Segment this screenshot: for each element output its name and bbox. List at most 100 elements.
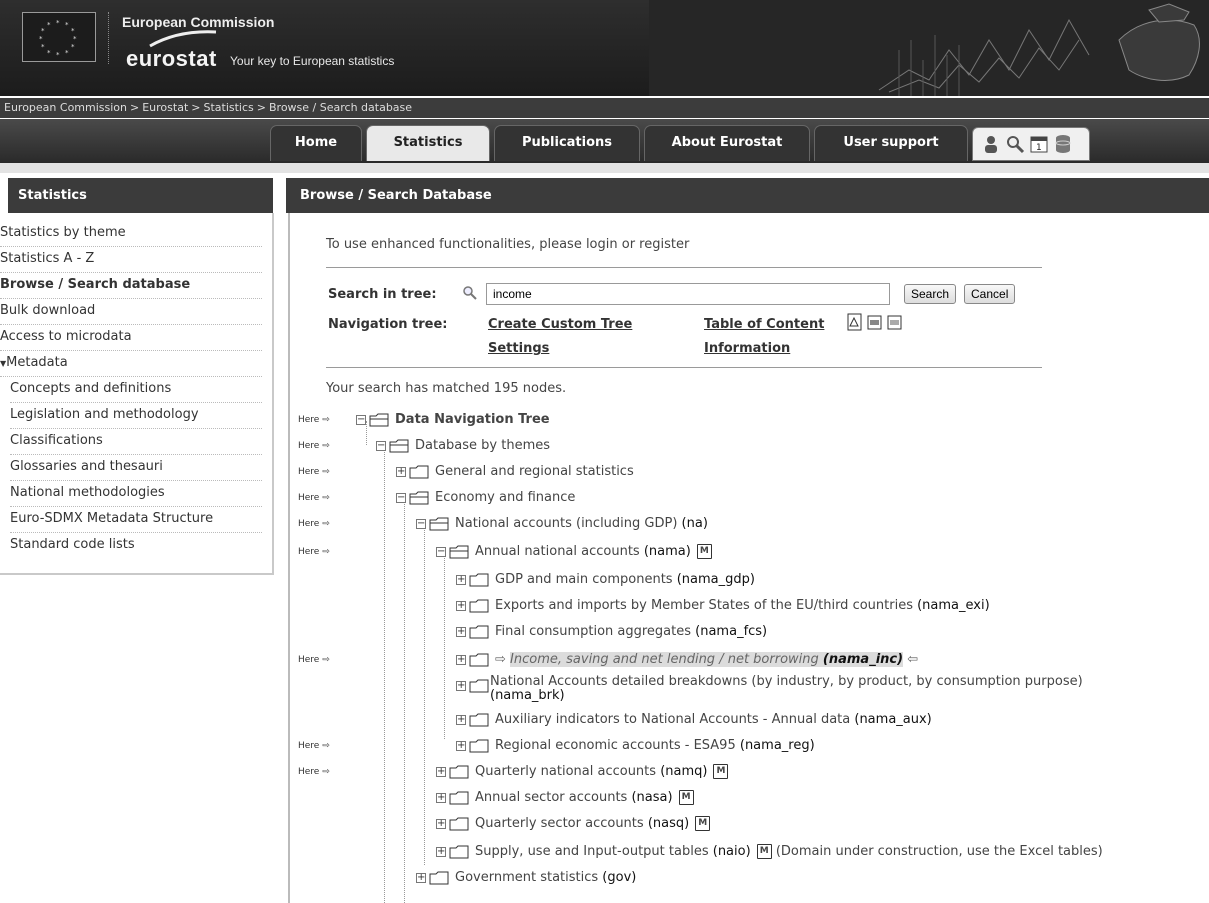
search-icon[interactable] bbox=[1005, 134, 1025, 154]
sidebar-item-euro-sdmx[interactable]: Euro-SDMX Metadata Structure bbox=[10, 507, 262, 533]
here-marker[interactable]: Here ⇨ bbox=[298, 487, 330, 509]
svg-text:*: * bbox=[39, 35, 43, 43]
tree-node-label[interactable]: Supply, use and Input-output tables bbox=[475, 844, 709, 859]
table-of-content-link[interactable]: Table of Content bbox=[704, 317, 824, 332]
expand-icon[interactable]: + bbox=[456, 740, 466, 751]
sidebar-item-legislation[interactable]: Legislation and methodology bbox=[10, 403, 262, 429]
collapse-icon[interactable]: − bbox=[436, 546, 446, 557]
expand-icon[interactable]: + bbox=[456, 654, 466, 665]
sidebar-item-glossaries[interactable]: Glossaries and thesauri bbox=[10, 455, 262, 481]
svg-text:*: * bbox=[41, 43, 45, 51]
tree-node-label[interactable]: General and regional statistics bbox=[435, 464, 634, 479]
metadata-icon[interactable]: M bbox=[756, 844, 772, 859]
breadcrumb-item[interactable]: Statistics bbox=[203, 101, 253, 114]
tagline: Your key to European statistics bbox=[230, 54, 395, 68]
collapse-icon[interactable]: − bbox=[416, 518, 426, 529]
tree-node-label[interactable]: National Accounts detailed breakdowns (b… bbox=[490, 674, 1083, 689]
sidebar-item-concepts[interactable]: Concepts and definitions bbox=[10, 377, 262, 403]
information-link[interactable]: Information bbox=[704, 341, 790, 356]
tree-node-label[interactable]: GDP and main components bbox=[495, 572, 673, 587]
here-marker[interactable]: Here ⇨ bbox=[298, 649, 330, 671]
tree-node-label[interactable]: Quarterly national accounts bbox=[475, 764, 656, 779]
tab-user-support[interactable]: User support bbox=[814, 125, 968, 161]
sidebar-item-browse-search[interactable]: Browse / Search database bbox=[0, 273, 262, 299]
here-marker[interactable]: Here ⇨ bbox=[298, 541, 330, 563]
tab-publications[interactable]: Publications bbox=[494, 125, 640, 161]
here-marker[interactable]: Here ⇨ bbox=[298, 735, 330, 757]
sidebar-item-classifications[interactable]: Classifications bbox=[10, 429, 262, 455]
metadata-icon[interactable]: M bbox=[678, 790, 694, 805]
expand-icon[interactable]: + bbox=[436, 818, 446, 829]
tree-node-label[interactable]: Income, saving and net lending / net bor… bbox=[510, 652, 819, 667]
here-marker[interactable]: Here ⇨ bbox=[298, 435, 330, 457]
user-icon[interactable] bbox=[981, 134, 1001, 154]
txt-export-icon[interactable] bbox=[866, 313, 884, 335]
arrow-left-icon: ⇦ bbox=[903, 652, 919, 667]
search-label: Search in tree: bbox=[328, 287, 437, 302]
here-marker[interactable]: Here ⇨ bbox=[298, 761, 330, 783]
breadcrumb-item[interactable]: European Commission bbox=[4, 101, 127, 114]
settings-link[interactable]: Settings bbox=[488, 341, 549, 356]
tree-node-label[interactable]: Economy and finance bbox=[435, 490, 575, 505]
sidebar-item-statistics-by-theme[interactable]: Statistics by theme bbox=[0, 221, 262, 247]
collapse-icon[interactable]: − bbox=[396, 492, 406, 503]
here-marker[interactable]: Here ⇨ bbox=[298, 513, 330, 535]
here-marker[interactable]: Here ⇨ bbox=[298, 409, 330, 431]
expand-icon[interactable]: + bbox=[416, 872, 426, 883]
pdf-icon[interactable] bbox=[846, 313, 864, 335]
calendar-icon[interactable]: 1 bbox=[1029, 134, 1049, 154]
tree-node-label[interactable]: Exports and imports by Member States of … bbox=[495, 598, 913, 613]
tree-node-label[interactable]: Annual national accounts bbox=[475, 544, 640, 559]
tree-node-label[interactable]: Quarterly sector accounts bbox=[475, 816, 644, 831]
sidebar-item-microdata[interactable]: Access to microdata bbox=[0, 325, 262, 351]
xls-export-icon[interactable] bbox=[886, 313, 904, 335]
tree-node-label[interactable]: Government statistics bbox=[455, 870, 598, 885]
tree-node-label[interactable]: Annual sector accounts bbox=[475, 790, 627, 805]
sidebar-group-metadata[interactable]: ▼Metadata bbox=[0, 351, 262, 377]
folder-closed-icon bbox=[409, 465, 429, 478]
expand-icon[interactable]: + bbox=[436, 846, 446, 857]
create-custom-tree-link[interactable]: Create Custom Tree bbox=[488, 317, 632, 332]
tree-node-label[interactable]: Auxiliary indicators to National Account… bbox=[495, 712, 850, 727]
tree-guide bbox=[424, 527, 425, 865]
expand-icon[interactable]: + bbox=[456, 574, 466, 585]
collapse-icon[interactable]: − bbox=[376, 440, 386, 451]
tab-statistics[interactable]: Statistics bbox=[366, 125, 490, 161]
tree-node-label[interactable]: Regional economic accounts - ESA95 bbox=[495, 738, 736, 753]
expand-icon[interactable]: + bbox=[456, 600, 466, 611]
tree-node-label[interactable]: Final consumption aggregates bbox=[495, 624, 691, 639]
sidebar-item-national-methodologies[interactable]: National methodologies bbox=[10, 481, 262, 507]
metadata-icon[interactable]: M bbox=[696, 544, 712, 559]
expand-icon[interactable]: + bbox=[456, 681, 466, 691]
tab-about-eurostat[interactable]: About Eurostat bbox=[644, 125, 810, 161]
sidebar-item-statistics-a-z[interactable]: Statistics A - Z bbox=[0, 247, 262, 273]
login-note[interactable]: To use enhanced functionalities, please … bbox=[326, 237, 689, 252]
cancel-button[interactable]: Cancel bbox=[964, 284, 1016, 304]
tree-guide bbox=[404, 501, 405, 903]
collapse-icon[interactable]: − bbox=[356, 414, 366, 425]
tree-node-label[interactable]: National accounts (including GDP) bbox=[455, 516, 677, 531]
search-input[interactable] bbox=[486, 283, 890, 305]
expand-icon[interactable]: + bbox=[456, 714, 466, 725]
tree-node-label[interactable]: Data Navigation Tree bbox=[395, 412, 550, 427]
expand-icon[interactable]: + bbox=[436, 792, 446, 803]
tree-node-code: (nama) bbox=[643, 544, 691, 559]
metadata-icon[interactable]: M bbox=[713, 764, 729, 779]
eurostat-logo[interactable]: eurostat bbox=[126, 46, 217, 72]
svg-text:*: * bbox=[71, 27, 75, 35]
breadcrumb-item[interactable]: Eurostat bbox=[142, 101, 188, 114]
search-result-count: Your search has matched 195 nodes. bbox=[326, 381, 567, 396]
database-icon[interactable] bbox=[1053, 134, 1073, 154]
expand-icon[interactable]: + bbox=[436, 766, 446, 777]
svg-text:*: * bbox=[65, 49, 69, 57]
expand-icon[interactable]: + bbox=[396, 466, 406, 477]
tab-home[interactable]: Home bbox=[270, 125, 362, 161]
tree-node-label[interactable]: Database by themes bbox=[415, 438, 550, 453]
sidebar-item-bulk-download[interactable]: Bulk download bbox=[0, 299, 262, 325]
expand-icon[interactable]: + bbox=[456, 626, 466, 637]
search-button[interactable]: Search bbox=[904, 284, 957, 304]
tree-node-code: (namq) bbox=[660, 764, 708, 779]
here-marker[interactable]: Here ⇨ bbox=[298, 461, 330, 483]
metadata-icon[interactable]: M bbox=[695, 816, 711, 831]
sidebar-item-code-lists[interactable]: Standard code lists bbox=[10, 533, 262, 559]
